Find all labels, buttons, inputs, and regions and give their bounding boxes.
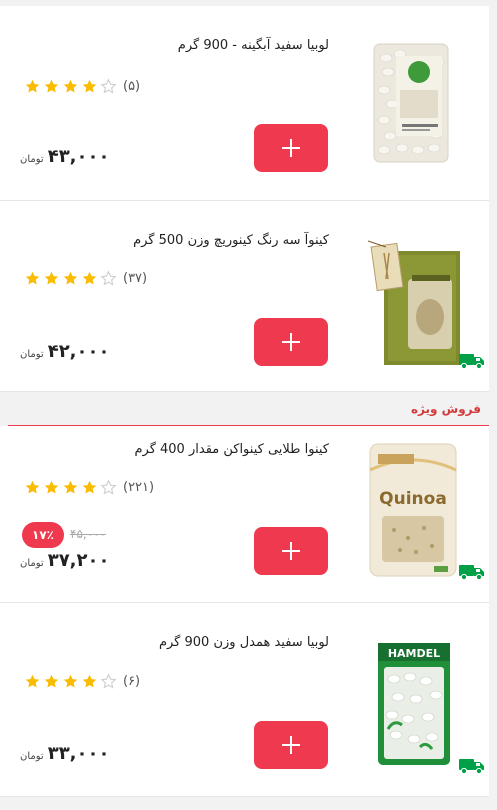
plus-icon bbox=[282, 542, 300, 560]
product-title[interactable]: لوبیا سفید آبگینه - 900 گرم bbox=[20, 36, 329, 56]
star-filled-icon bbox=[63, 271, 78, 285]
product-price: تومان ۳۳,۰۰۰ bbox=[20, 743, 109, 764]
rating-count: (۳۷) bbox=[123, 270, 148, 286]
rating-count: (۵) bbox=[123, 78, 141, 94]
product-card[interactable]: لوبیا سفید آبگینه - 900 گرم (۵) تومان ۴۳… bbox=[0, 6, 489, 201]
plus-icon bbox=[282, 333, 300, 351]
old-price: ۴۵,۰۰۰ bbox=[70, 527, 107, 541]
price-value: ۳۷,۲۰۰ bbox=[47, 550, 110, 571]
rating-count: (۶) bbox=[123, 673, 141, 689]
currency-label: تومان bbox=[20, 154, 44, 165]
product-rating: (۳۷) bbox=[24, 268, 147, 288]
price-value: ۳۳,۰۰۰ bbox=[47, 743, 110, 764]
special-sale-label: فروش ویژه bbox=[410, 402, 481, 416]
express-delivery-icon bbox=[459, 759, 484, 775]
star-empty-icon bbox=[100, 672, 117, 689]
plus-icon bbox=[282, 736, 300, 754]
star-empty-icon bbox=[100, 478, 117, 495]
product-list: لوبیا سفید آبگینه - 900 گرم (۵) تومان ۴۳… bbox=[0, 0, 489, 810]
currency-label: تومان bbox=[20, 558, 44, 569]
star-filled-icon bbox=[25, 79, 40, 93]
star-filled-icon bbox=[63, 480, 78, 494]
product-title[interactable]: لوبیا سفید همدل وزن 900 گرم bbox=[20, 633, 329, 653]
star-filled-icon bbox=[82, 271, 97, 285]
product-image[interactable] bbox=[364, 239, 464, 369]
star-empty-icon bbox=[100, 77, 117, 94]
product-image-label: Quinoa bbox=[379, 489, 447, 509]
star-filled-icon bbox=[25, 271, 40, 285]
product-card[interactable]: کینوآ سه رنگ کینوریچ وزن 500 گرم (۳۷) تو… bbox=[0, 201, 489, 392]
product-image-label: HAMDEL bbox=[388, 647, 440, 660]
product-price: تومان ۴۳,۰۰۰ bbox=[20, 146, 109, 167]
express-delivery-icon bbox=[459, 354, 484, 370]
scrollbar[interactable] bbox=[489, 0, 497, 810]
star-filled-icon bbox=[25, 480, 40, 494]
express-delivery-icon bbox=[459, 565, 484, 581]
star-filled-icon bbox=[44, 271, 59, 285]
product-card[interactable]: لوبیا سفید همدل وزن 900 گرم (۶) تومان ۳۳… bbox=[0, 603, 489, 797]
star-empty-icon bbox=[100, 269, 117, 286]
product-image[interactable]: Quinoa bbox=[368, 440, 458, 580]
product-title[interactable]: کینوآ سه رنگ کینوریچ وزن 500 گرم bbox=[20, 231, 329, 251]
product-title[interactable]: کینوا طلایی کینواکن مقدار 400 گرم bbox=[20, 440, 329, 460]
product-card[interactable]: کینوا طلایی کینواکن مقدار 400 گرم (۲۲۱) … bbox=[0, 426, 489, 603]
product-image[interactable] bbox=[366, 28, 456, 178]
add-to-cart-button[interactable] bbox=[254, 318, 328, 366]
currency-label: تومان bbox=[20, 349, 44, 360]
star-filled-icon bbox=[25, 674, 40, 688]
product-image[interactable]: HAMDEL bbox=[374, 639, 454, 769]
star-filled-icon bbox=[44, 480, 59, 494]
product-price: تومان ۴۲,۰۰۰ bbox=[20, 341, 109, 362]
star-filled-icon bbox=[82, 79, 97, 93]
star-filled-icon bbox=[44, 79, 59, 93]
star-filled-icon bbox=[63, 674, 78, 688]
product-rating: (۲۲۱) bbox=[24, 477, 154, 497]
star-filled-icon bbox=[82, 674, 97, 688]
add-to-cart-button[interactable] bbox=[254, 527, 328, 575]
plus-icon bbox=[282, 139, 300, 157]
star-filled-icon bbox=[44, 674, 59, 688]
price-value: ۴۲,۰۰۰ bbox=[47, 341, 110, 362]
product-price: تومان ۳۷,۲۰۰ bbox=[20, 550, 109, 571]
currency-label: تومان bbox=[20, 751, 44, 762]
discount-badge: ۱۷٪ bbox=[22, 522, 64, 548]
price-value: ۴۳,۰۰۰ bbox=[47, 146, 110, 167]
star-filled-icon bbox=[63, 79, 78, 93]
star-filled-icon bbox=[82, 480, 97, 494]
add-to-cart-button[interactable] bbox=[254, 124, 328, 172]
add-to-cart-button[interactable] bbox=[254, 721, 328, 769]
rating-count: (۲۲۱) bbox=[123, 479, 155, 495]
product-rating: (۶) bbox=[24, 671, 140, 691]
product-rating: (۵) bbox=[24, 76, 140, 96]
